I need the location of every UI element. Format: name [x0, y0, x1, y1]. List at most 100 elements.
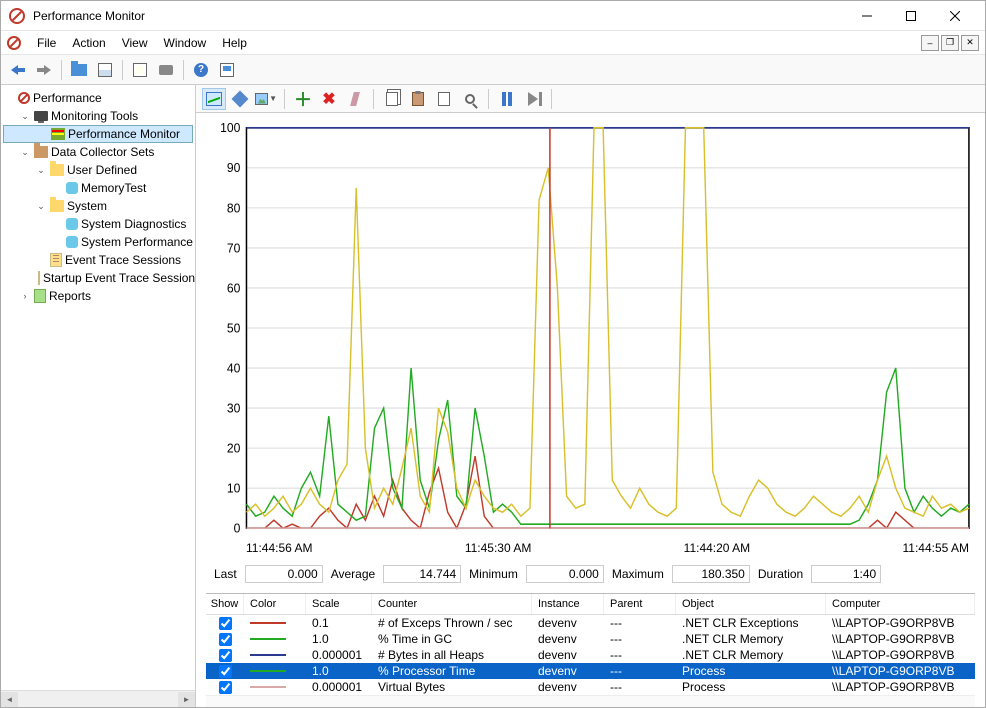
show-checkbox[interactable]	[219, 633, 232, 646]
step-icon	[528, 92, 538, 106]
col-scale[interactable]: Scale	[306, 594, 372, 614]
copy-properties-button[interactable]	[380, 88, 404, 110]
cell-show[interactable]	[206, 617, 244, 630]
menu-help[interactable]: Help	[214, 33, 255, 53]
change-graph-type-button[interactable]: ▼	[254, 88, 278, 110]
tree-node-dcs[interactable]: ⌄ Data Collector Sets	[3, 143, 193, 161]
expand-collapse-icon[interactable]	[3, 92, 15, 104]
svg-text:90: 90	[227, 161, 241, 176]
scroll-right-button[interactable]: ►	[178, 692, 195, 707]
cell-object: Process	[676, 680, 826, 694]
print-button[interactable]	[155, 59, 177, 81]
export-button[interactable]	[129, 59, 151, 81]
show-checkbox[interactable]	[219, 665, 232, 678]
col-instance[interactable]: Instance	[532, 594, 604, 614]
menu-file[interactable]: File	[29, 33, 64, 53]
cell-show[interactable]	[206, 633, 244, 646]
cell-show[interactable]	[206, 649, 244, 662]
tree-node-system-diagnostics[interactable]: System Diagnostics	[3, 215, 193, 233]
tree-node-system[interactable]: ⌄ System	[3, 197, 193, 215]
cell-computer: \\LAPTOP-G9ORP8VB	[826, 616, 975, 630]
scroll-left-button[interactable]: ◄	[1, 692, 18, 707]
close-button[interactable]	[933, 2, 977, 30]
stat-last-value: 0.000	[245, 565, 323, 583]
help-button[interactable]: ?	[190, 59, 212, 81]
tree-node-system-performance[interactable]: System Performance	[3, 233, 193, 251]
expand-spacer	[51, 218, 63, 230]
menu-view[interactable]: View	[114, 33, 156, 53]
table-row[interactable]: 1.0 % Processor Time devenv --- Process …	[206, 663, 975, 679]
freeze-display-button[interactable]	[495, 88, 519, 110]
show-checkbox[interactable]	[219, 681, 232, 694]
cell-show[interactable]	[206, 681, 244, 694]
table-row[interactable]: 0.1 # of Exceps Thrown / sec devenv --- …	[206, 615, 975, 631]
tree-node-reports[interactable]: › Reports	[3, 287, 193, 305]
properties-button[interactable]	[94, 59, 116, 81]
table-row[interactable]: 1.0 % Time in GC devenv --- .NET CLR Mem…	[206, 631, 975, 647]
col-color[interactable]: Color	[244, 594, 306, 614]
col-object[interactable]: Object	[676, 594, 826, 614]
back-button[interactable]	[7, 59, 29, 81]
add-counter-button[interactable]: ＋	[291, 88, 315, 110]
tree-node-performance[interactable]: Performance	[3, 89, 193, 107]
event-trace-icon	[38, 271, 40, 285]
tree-label: Data Collector Sets	[51, 145, 154, 159]
tree-horizontal-scrollbar[interactable]: ◄ ►	[1, 690, 195, 707]
maximize-button[interactable]	[889, 2, 933, 30]
update-data-button[interactable]	[521, 88, 545, 110]
show-checkbox[interactable]	[219, 649, 232, 662]
color-swatch	[250, 670, 286, 672]
cell-show[interactable]	[206, 665, 244, 678]
view-menu-button[interactable]	[216, 59, 238, 81]
expand-collapse-icon[interactable]: ›	[19, 290, 31, 302]
tree-label: Performance	[33, 91, 102, 105]
svg-text:40: 40	[227, 361, 241, 376]
expand-collapse-icon[interactable]: ⌄	[19, 110, 31, 122]
cell-color	[244, 638, 306, 640]
tree-node-user-defined[interactable]: ⌄ User Defined	[3, 161, 193, 179]
minimize-button[interactable]	[845, 2, 889, 30]
cell-instance: devenv	[532, 632, 604, 646]
view-current-activity-button[interactable]	[202, 88, 226, 110]
show-hide-tree-button[interactable]	[68, 59, 90, 81]
col-counter[interactable]: Counter	[372, 594, 532, 614]
toolbar-separator	[373, 89, 374, 109]
cell-computer: \\LAPTOP-G9ORP8VB	[826, 648, 975, 662]
chart-properties-button[interactable]	[432, 88, 456, 110]
expand-collapse-icon[interactable]: ⌄	[35, 200, 47, 212]
color-swatch	[250, 638, 286, 640]
col-computer[interactable]: Computer	[826, 594, 975, 614]
tree-node-startup-trace[interactable]: Startup Event Trace Sessions	[3, 269, 193, 287]
paste-counter-list-button[interactable]	[406, 88, 430, 110]
tree-node-memorytest[interactable]: MemoryTest	[3, 179, 193, 197]
mdi-restore-button[interactable]: ❐	[941, 35, 959, 51]
menu-action[interactable]: Action	[64, 33, 113, 53]
delete-counter-button[interactable]: ✖	[317, 88, 341, 110]
tree-node-monitoring-tools[interactable]: ⌄ Monitoring Tools	[3, 107, 193, 125]
highlight-icon	[350, 92, 360, 106]
forward-button[interactable]	[33, 59, 55, 81]
expand-collapse-icon[interactable]: ⌄	[19, 146, 31, 158]
expand-collapse-icon[interactable]: ⌄	[35, 164, 47, 176]
tree-node-event-trace[interactable]: Event Trace Sessions	[3, 251, 193, 269]
mdi-close-button[interactable]: ✕	[961, 35, 979, 51]
cell-instance: devenv	[532, 680, 604, 694]
mdi-minimize-button[interactable]: –	[921, 35, 939, 51]
tree-node-performance-monitor[interactable]: Performance Monitor	[3, 125, 193, 143]
cell-computer: \\LAPTOP-G9ORP8VB	[826, 664, 975, 678]
table-row[interactable]: 0.000001 # Bytes in all Heaps devenv ---…	[206, 647, 975, 663]
color-swatch	[250, 622, 286, 624]
view-log-data-button[interactable]	[228, 88, 252, 110]
zoom-button[interactable]	[458, 88, 482, 110]
console-tree[interactable]: Performance ⌄ Monitoring Tools Performan…	[1, 85, 195, 690]
col-show[interactable]: Show	[206, 594, 244, 614]
menu-window[interactable]: Window	[156, 33, 215, 53]
highlight-button[interactable]	[343, 88, 367, 110]
cell-object: .NET CLR Memory	[676, 632, 826, 646]
col-parent[interactable]: Parent	[604, 594, 676, 614]
show-checkbox[interactable]	[219, 617, 232, 630]
performance-chart[interactable]: 0102030405060708090100	[206, 119, 975, 537]
table-row[interactable]: 0.000001 Virtual Bytes devenv --- Proces…	[206, 679, 975, 695]
cell-parent: ---	[604, 616, 676, 630]
cell-computer: \\LAPTOP-G9ORP8VB	[826, 680, 975, 694]
